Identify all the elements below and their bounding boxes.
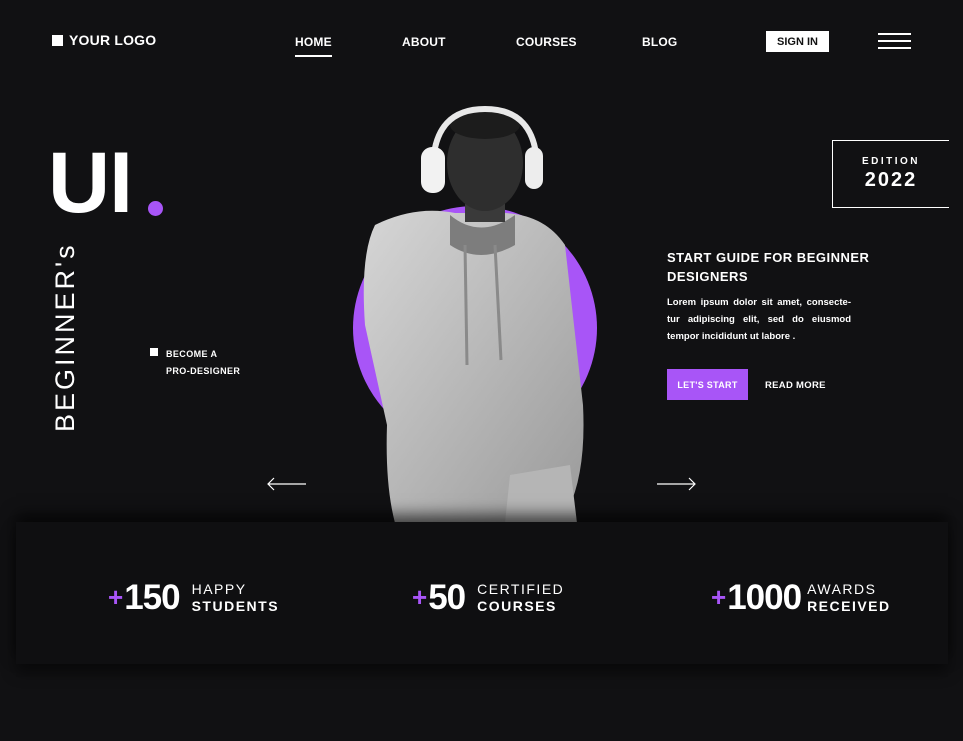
stat-number: 50: [428, 578, 466, 617]
lets-start-button[interactable]: LET'S START: [667, 369, 748, 400]
hero-person-image: [363, 105, 584, 523]
vertical-beginners-text: BEGINNER's: [50, 242, 80, 432]
nav-about[interactable]: ABOUT: [402, 35, 446, 49]
hamburger-menu-icon[interactable]: [878, 33, 911, 49]
become-pro-note: BECOME A PRO-DESIGNER: [150, 346, 240, 380]
stat-happy-students: + 150 HAPPY STUDENTS: [108, 580, 279, 615]
stat-label-line-2: STUDENTS: [191, 597, 280, 614]
read-more-link[interactable]: READ MORE: [765, 380, 826, 391]
guide-title: START GUIDE FOR BEGINNER DESIGNERS: [667, 248, 877, 286]
edition-year: 2022: [864, 169, 918, 191]
become-line-2: PRO-DESIGNER: [166, 366, 241, 376]
logo[interactable]: YOUR LOGO: [52, 32, 156, 48]
nav-home[interactable]: HOME: [295, 35, 332, 57]
logo-text: YOUR LOGO: [69, 32, 157, 48]
edition-label: EDITION: [861, 156, 921, 167]
arrow-left-icon[interactable]: [266, 476, 306, 492]
nav-blog[interactable]: BLOG: [642, 35, 677, 49]
nav-courses[interactable]: COURSES: [516, 35, 577, 49]
nav-home-label: HOME: [295, 35, 332, 49]
logo-mark: [52, 34, 63, 46]
stat-label-line-1: CERTIFIED: [477, 580, 565, 597]
guide-title-line-2: DESIGNERS: [667, 269, 749, 284]
edition-box: EDITION 2022: [832, 140, 949, 208]
guide-description: Lorem ipsum dolor sit amet, consecte-tur…: [667, 297, 851, 342]
hero-title: UI: [48, 135, 133, 231]
stat-label-line-2: COURSES: [477, 597, 557, 614]
arrow-right-icon[interactable]: [657, 476, 697, 492]
stat-certified-courses: + 50 CERTIFIED COURSES: [412, 580, 564, 615]
stat-awards-received: + 1000 AWARDS RECEIVED: [711, 580, 891, 615]
stat-plus-icon: +: [108, 582, 124, 612]
stat-label-line-1: AWARDS: [807, 580, 877, 597]
stat-plus-icon: +: [711, 582, 727, 612]
stat-label-line-2: RECEIVED: [807, 597, 891, 614]
stat-plus-icon: +: [412, 582, 428, 612]
sign-in-button[interactable]: SIGN IN: [766, 31, 829, 52]
guide-title-line-1: START GUIDE FOR BEGINNER: [667, 250, 870, 265]
stat-number: 150: [124, 578, 180, 617]
become-line-1: BECOME A: [166, 349, 218, 359]
stat-label-line-1: HAPPY: [191, 580, 247, 597]
nav-active-indicator: [295, 55, 332, 57]
accent-dot: [148, 201, 163, 216]
bullet-square-icon: [150, 348, 158, 356]
stat-number: 1000: [727, 578, 802, 617]
